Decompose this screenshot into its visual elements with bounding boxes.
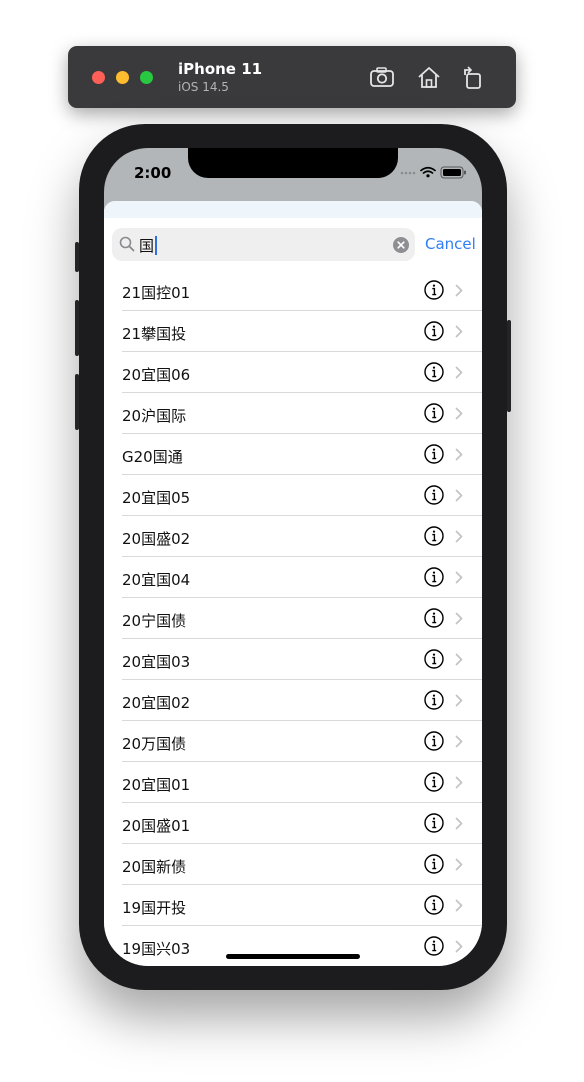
simulator-toolbar: iPhone 11 iOS 14.5 xyxy=(68,46,516,108)
list-item-10[interactable]: 20宜国02 xyxy=(104,680,482,721)
list-item-7[interactable]: 20宜国04 xyxy=(104,557,482,598)
list-item-label: 20宜国05 xyxy=(122,489,191,507)
list-item-label: 21攀国投 xyxy=(122,325,187,343)
info-icon[interactable] xyxy=(424,649,444,669)
chevron-right-icon xyxy=(455,735,463,748)
results-list: 21国控01 21攀国投 20宜国06 20沪国际 G20国通 20宜国05 2… xyxy=(104,270,482,966)
list-item-12[interactable]: 20宜国01 xyxy=(104,762,482,803)
cancel-button[interactable]: Cancel xyxy=(425,235,476,253)
battery-icon xyxy=(440,166,466,179)
info-icon[interactable] xyxy=(424,936,444,956)
info-icon[interactable] xyxy=(424,485,444,505)
list-item-label: 20宁国债 xyxy=(122,612,187,630)
chevron-right-icon xyxy=(455,858,463,871)
list-item-2[interactable]: 20宜国06 xyxy=(104,352,482,393)
info-icon[interactable] xyxy=(424,854,444,874)
iphone-frame: 2:00 国 Cancel 21国控01 21攀国投 20宜国06 20沪国际 … xyxy=(75,124,511,990)
info-icon[interactable] xyxy=(424,813,444,833)
list-item-label: 20宜国01 xyxy=(122,776,191,794)
info-icon[interactable] xyxy=(424,321,444,341)
info-icon[interactable] xyxy=(424,526,444,546)
chevron-right-icon xyxy=(455,899,463,912)
list-item-label: 20国盛01 xyxy=(122,817,191,835)
info-icon[interactable] xyxy=(424,608,444,628)
chevron-right-icon xyxy=(455,653,463,666)
text-caret xyxy=(155,236,158,255)
search-icon xyxy=(119,236,135,252)
mute-switch xyxy=(75,242,79,272)
list-item-label: 20宜国02 xyxy=(122,694,191,712)
list-item-label: 19国开投 xyxy=(122,899,187,917)
chevron-right-icon xyxy=(455,571,463,584)
home-indicator xyxy=(226,954,360,959)
zoom-window-button[interactable] xyxy=(140,71,153,84)
close-window-button[interactable] xyxy=(92,71,105,84)
phone-screen: 2:00 国 Cancel 21国控01 21攀国投 20宜国06 20沪国际 … xyxy=(104,148,482,966)
rotate-icon[interactable] xyxy=(459,64,487,92)
list-item-label: 20宜国03 xyxy=(122,653,191,671)
info-icon[interactable] xyxy=(424,403,444,423)
search-query: 国 xyxy=(139,235,158,256)
list-item-4[interactable]: G20国通 xyxy=(104,434,482,475)
minimize-window-button[interactable] xyxy=(116,71,129,84)
list-item-14[interactable]: 20国新债 xyxy=(104,844,482,885)
list-item-9[interactable]: 20宜国03 xyxy=(104,639,482,680)
status-time: 2:00 xyxy=(134,164,172,182)
signal-icon xyxy=(400,171,416,175)
list-item-3[interactable]: 20沪国际 xyxy=(104,393,482,434)
chevron-right-icon xyxy=(455,694,463,707)
info-icon[interactable] xyxy=(424,280,444,300)
list-item-label: 20国盛02 xyxy=(122,530,191,548)
search-sheet: 国 Cancel 21国控01 21攀国投 20宜国06 20沪国际 G20国通… xyxy=(104,201,482,966)
notch xyxy=(188,148,398,178)
chevron-right-icon xyxy=(455,612,463,625)
list-item-label: 21国控01 xyxy=(122,284,191,302)
list-item-label: 20国新债 xyxy=(122,858,187,876)
list-item-16[interactable]: 19国兴03 xyxy=(104,926,482,966)
list-item-5[interactable]: 20宜国05 xyxy=(104,475,482,516)
list-item-8[interactable]: 20宁国债 xyxy=(104,598,482,639)
list-item-15[interactable]: 19国开投 xyxy=(104,885,482,926)
clear-search-icon[interactable] xyxy=(393,237,409,253)
list-item-label: 19国兴03 xyxy=(122,940,191,958)
chevron-right-icon xyxy=(455,366,463,379)
chevron-right-icon xyxy=(455,284,463,297)
info-icon[interactable] xyxy=(424,731,444,751)
chevron-right-icon xyxy=(455,407,463,420)
list-item-label: 20宜国06 xyxy=(122,366,191,384)
home-icon[interactable] xyxy=(415,64,443,92)
chevron-right-icon xyxy=(455,776,463,789)
list-item-1[interactable]: 21攀国投 xyxy=(104,311,482,352)
screenshot-icon[interactable] xyxy=(368,64,396,92)
list-item-label: G20国通 xyxy=(122,448,183,466)
list-item-13[interactable]: 20国盛01 xyxy=(104,803,482,844)
sheet-header-strip xyxy=(104,201,482,218)
chevron-right-icon xyxy=(455,940,463,953)
volume-down-button xyxy=(75,374,79,430)
chevron-right-icon xyxy=(455,325,463,338)
device-name: iPhone 11 xyxy=(178,60,263,78)
search-input[interactable]: 国 xyxy=(112,228,415,261)
list-item-11[interactable]: 20万国债 xyxy=(104,721,482,762)
list-item-6[interactable]: 20国盛02 xyxy=(104,516,482,557)
list-item-label: 20万国债 xyxy=(122,735,187,753)
chevron-right-icon xyxy=(455,489,463,502)
status-icons xyxy=(400,164,470,179)
volume-up-button xyxy=(75,300,79,356)
list-item-label: 20宜国04 xyxy=(122,571,191,589)
side-button xyxy=(507,320,511,412)
device-os-version: iOS 14.5 xyxy=(178,80,229,94)
info-icon[interactable] xyxy=(424,772,444,792)
info-icon[interactable] xyxy=(424,362,444,382)
info-icon[interactable] xyxy=(424,567,444,587)
list-item-0[interactable]: 21国控01 xyxy=(104,270,482,311)
info-icon[interactable] xyxy=(424,895,444,915)
info-icon[interactable] xyxy=(424,690,444,710)
wifi-icon xyxy=(420,166,436,174)
info-icon[interactable] xyxy=(424,444,444,464)
chevron-right-icon xyxy=(455,448,463,461)
chevron-right-icon xyxy=(455,530,463,543)
chevron-right-icon xyxy=(455,817,463,830)
list-item-label: 20沪国际 xyxy=(122,407,187,425)
